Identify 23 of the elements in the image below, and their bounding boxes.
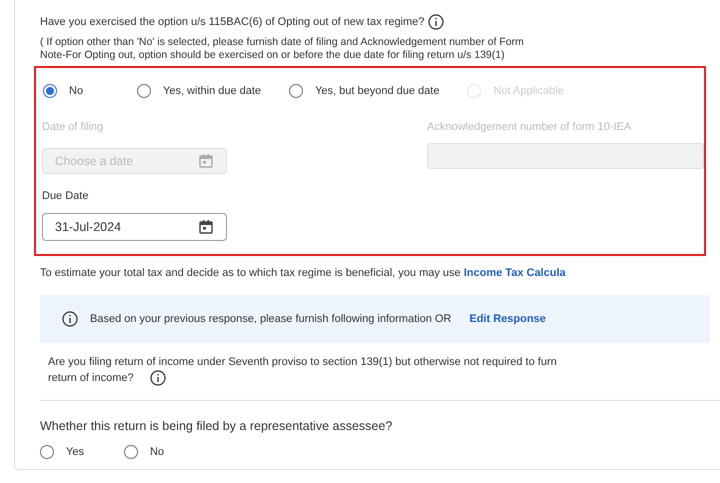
proviso-question: return of income?: [48, 370, 134, 386]
question-text: Have you exercised the option u/s 115BAC(6) of Opting out of new tax regime?: [40, 15, 424, 30]
radio-option[interactable]: No: [124, 444, 164, 460]
banner-text: Based on your previous response, please furnish following information OR: [90, 312, 452, 327]
field-label: Acknowledgement number of form 10-IEA: [427, 120, 632, 135]
calculator-link[interactable]: Income Tax Calcula: [464, 266, 566, 278]
radio-option[interactable]: Yes: [40, 444, 84, 460]
proviso-question: Are you filing return of income under Seventh proviso to section 139(1) but otherwise not required to furn: [48, 355, 557, 370]
field-label: Date of filing: [42, 120, 104, 135]
calendar-icon[interactable]: [198, 219, 214, 235]
radio-option[interactable]: No: [43, 82, 109, 99]
field-label: Due Date: [42, 188, 88, 204]
info-icon[interactable]: [62, 311, 78, 327]
note-text: ( If option other than 'No' is selected, please furnish date of filing and Acknowledgement number of Form: [40, 36, 525, 48]
info-icon[interactable]: [428, 14, 444, 30]
estimate-text: To estimate your total tax and decide as to which tax regime is beneficial, you may use Income Tax Calcula: [40, 266, 566, 278]
date-field[interactable]: 31-Jul-2024: [42, 213, 227, 241]
note-text: Note-For Opting out, option should be exercised on or before the due date for filing return u/s 139(1): [40, 48, 506, 62]
radio-option[interactable]: Yes, but beyond due date: [289, 82, 440, 99]
info-icon[interactable]: [150, 370, 166, 386]
radio-option[interactable]: Yes, within due date: [137, 82, 262, 99]
edit-response-link[interactable]: Edit Response: [469, 310, 546, 328]
representative-question: Whether this return is being filed by a representative assessee?: [40, 418, 392, 435]
